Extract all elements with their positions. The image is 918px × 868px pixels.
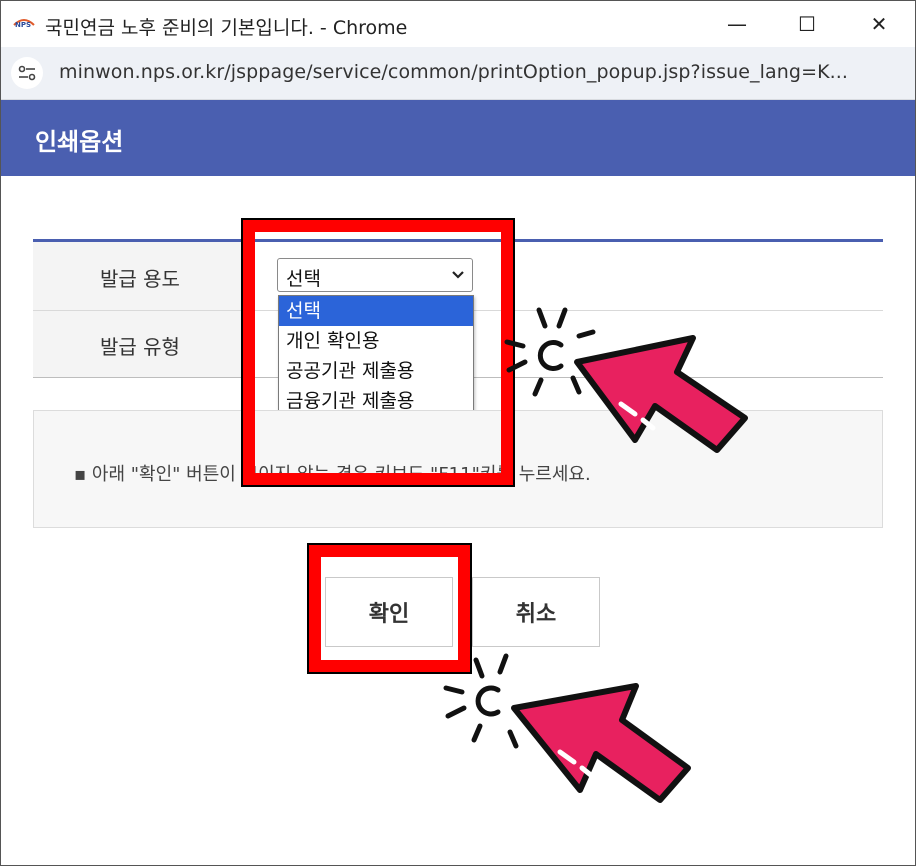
pointer-arrow-icon — [443, 653, 691, 803]
cancel-button[interactable]: 취소 — [472, 577, 600, 647]
site-settings-icon[interactable] — [11, 57, 43, 89]
page-title: 인쇄옵션 — [35, 128, 124, 156]
window-title: 국민연금 노후 준비의 기본입니다. - Chrome — [45, 17, 408, 39]
svg-text:NPS: NPS — [15, 21, 31, 29]
type-label: 발급 유형 — [100, 335, 180, 359]
pointer-arrow-icon — [504, 307, 748, 453]
address-bar[interactable]: minwon.nps.or.kr/jsppage/service/common/… — [1, 47, 915, 100]
highlight-box — [241, 218, 515, 487]
purpose-label: 발급 용도 — [100, 267, 180, 291]
close-button[interactable]: ✕ — [859, 7, 899, 41]
maximize-button[interactable]: ☐ — [787, 7, 827, 41]
page-header: 인쇄옵션 — [1, 100, 915, 176]
nps-logo-icon: NPS — [13, 13, 35, 31]
minimize-button[interactable]: — — [717, 7, 757, 41]
url-text[interactable]: minwon.nps.or.kr/jsppage/service/common/… — [59, 61, 848, 83]
window-titlebar: NPS 국민연금 노후 준비의 기본입니다. - Chrome — ☐ ✕ — [1, 1, 915, 47]
